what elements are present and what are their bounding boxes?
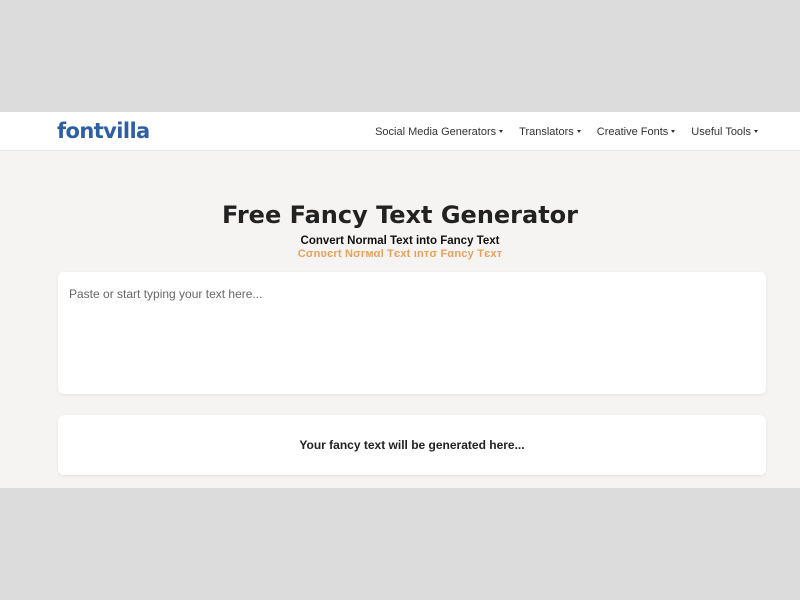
page-title: Free Fancy Text Generator [221,201,579,229]
caret-down-icon [499,130,504,133]
navbar: fontvilla Social Media Generators Transl… [0,112,800,151]
output-placeholder: Your fancy text will be generated here..… [299,438,525,452]
nav-item-label: Translators [519,125,574,138]
caret-down-icon [671,130,676,133]
nav-item-label: Creative Fonts [596,125,669,138]
fancy-subtitle: Cσnʋєrt Nσrмαl Tєxt ιnтσ Fαncy Tєxт [297,248,503,260]
nav-useful-tools[interactable]: Useful Tools [691,126,758,138]
caret-down-icon [754,130,758,133]
nav-translators[interactable]: Translators [519,126,581,138]
text-input[interactable] [58,272,766,394]
nav-item-label: Useful Tools [691,125,751,138]
nav-item-label: Social Media Generators [375,125,497,138]
site-logo[interactable]: fontvilla [57,117,150,145]
nav-social-media-generators[interactable]: Social Media Generators [375,125,504,138]
page-subtitle: Convert Normal Text into Fancy Text [300,235,500,247]
page: fontvilla Social Media Generators Transl… [0,112,800,488]
nav-creative-fonts[interactable]: Creative Fonts [597,126,676,138]
input-card [58,272,766,394]
output-card: Your fancy text will be generated here..… [58,415,766,475]
nav-menu: Social Media Generators Translators Crea… [359,112,758,151]
caret-down-icon [576,130,581,133]
